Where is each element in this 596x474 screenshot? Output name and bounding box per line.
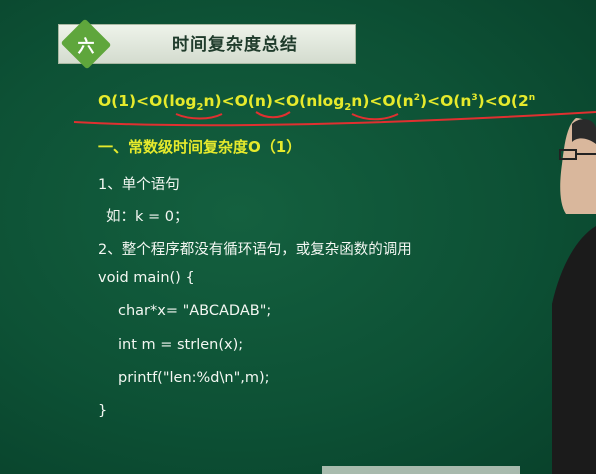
line-no-loops: 2、整个程序都没有循环语句，或复杂函数的调用 bbox=[98, 242, 412, 258]
code-main-signature: void main() { bbox=[98, 270, 195, 286]
code-closing-brace: } bbox=[98, 403, 108, 419]
complexity-on2: O(n2) bbox=[382, 92, 428, 110]
complexity-o2n: O(2n bbox=[497, 92, 536, 110]
code-strlen-call: int m = strlen(x); bbox=[118, 337, 244, 353]
complexity-ologn: O(log2n) bbox=[149, 92, 222, 114]
complexity-on3: O(n3) bbox=[440, 92, 485, 110]
line-single-statement: 1、单个语句 bbox=[98, 177, 180, 193]
bottom-control-strip bbox=[322, 466, 520, 474]
complexity-on: O(n) bbox=[234, 92, 273, 110]
presenter-figure bbox=[552, 118, 596, 474]
complexity-onlogn: O(nlog2n) bbox=[285, 92, 370, 114]
less-than-4: < bbox=[369, 92, 383, 110]
complexity-order-row: O(1)<O(log2n)<O(n)<O(nlog2n)<O(n2)<O(n3)… bbox=[98, 92, 535, 113]
less-than-3: < bbox=[272, 92, 286, 110]
less-than-2: < bbox=[221, 92, 235, 110]
code-printf-call: printf("len:%d\n",m); bbox=[118, 370, 270, 386]
complexity-o1: O(1) bbox=[98, 92, 137, 110]
chalkboard-background bbox=[0, 0, 596, 474]
less-than-1: < bbox=[136, 92, 150, 110]
section-badge-label: 六 bbox=[77, 36, 95, 57]
slide-title: 时间复杂度总结 bbox=[172, 35, 298, 55]
less-than-5: < bbox=[427, 92, 441, 110]
section-heading: 一、常数级时间复杂度O（1） bbox=[98, 138, 302, 156]
less-than-6: < bbox=[484, 92, 498, 110]
line-example: 如：k = 0； bbox=[106, 209, 189, 225]
code-char-declaration: char*x= "ABCADAB"; bbox=[118, 303, 272, 319]
